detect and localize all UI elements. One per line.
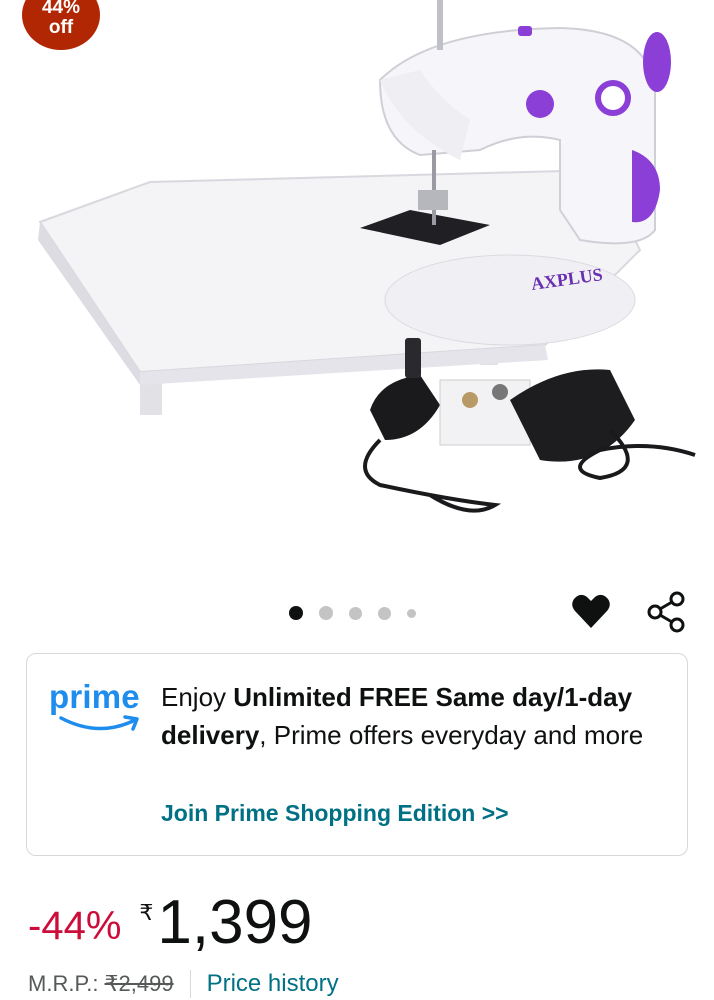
- prime-logo: prime: [49, 678, 149, 738]
- product-image[interactable]: AXPLUS: [0, 0, 714, 560]
- prime-logo-text: prime: [49, 678, 140, 715]
- join-prime-link[interactable]: Join Prime Shopping Edition >>: [161, 800, 509, 827]
- carousel-dots: [289, 603, 416, 623]
- carousel-dot[interactable]: [407, 608, 416, 618]
- prime-smile-icon: [59, 715, 139, 731]
- sewing-machine-illustration: AXPLUS: [38, 0, 696, 513]
- carousel-dot-active[interactable]: [289, 606, 303, 620]
- price-value: 1,399: [157, 888, 313, 957]
- mrp-label: M.R.P.:: [28, 971, 99, 996]
- price-row: -44% ₹ 1,399: [28, 888, 313, 968]
- heart-icon[interactable]: [570, 590, 612, 632]
- prime-text-suffix: , Prime offers everyday and more: [259, 720, 644, 750]
- mrp-value: ₹2,499: [104, 971, 174, 996]
- divider: [189, 970, 191, 998]
- badge-off: off: [48, 17, 74, 38]
- carousel-dot[interactable]: [349, 606, 362, 620]
- carousel-dot[interactable]: [319, 606, 333, 620]
- price-discount: -44%: [28, 904, 122, 948]
- price-history-link[interactable]: Price history: [207, 970, 339, 998]
- currency-symbol: ₹: [139, 900, 154, 925]
- carousel-dot[interactable]: [378, 606, 391, 620]
- prime-text-prefix: Enjoy: [161, 682, 234, 712]
- mrp-row: M.R.P.: ₹2,499 Price history: [28, 970, 339, 998]
- share-icon[interactable]: [644, 590, 688, 634]
- prime-description: Enjoy Unlimited FREE Same day/1-day deli…: [161, 678, 661, 754]
- badge-percent: 44%: [41, 0, 81, 18]
- prime-promo-card[interactable]: prime Enjoy Unlimited FREE Same day/1-da…: [26, 653, 688, 856]
